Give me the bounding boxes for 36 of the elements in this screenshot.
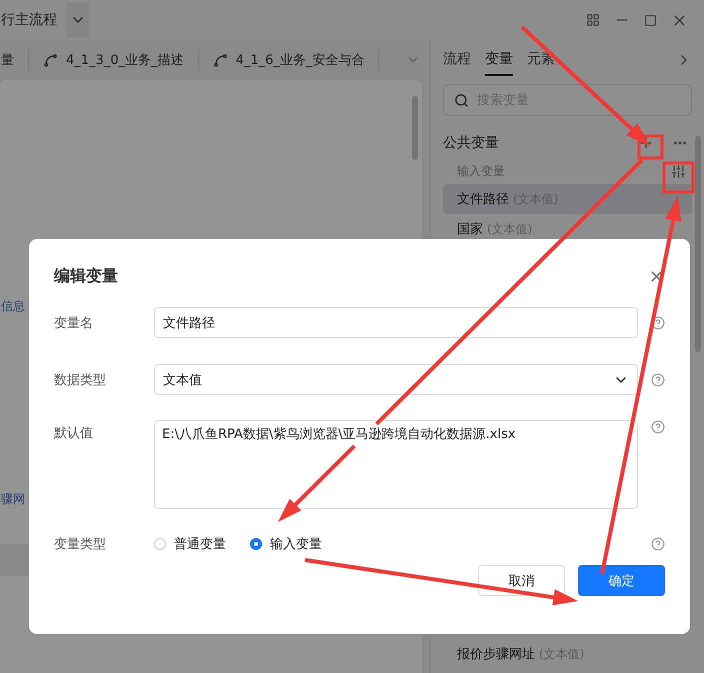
panel-tab[interactable]: 流程: [443, 44, 471, 76]
help-icon[interactable]: [651, 316, 665, 330]
search-icon: [454, 92, 469, 108]
select-field[interactable]: 文本值: [154, 364, 638, 395]
field-label: 变量名: [54, 314, 94, 332]
confirm-button[interactable]: 确定: [578, 565, 665, 596]
field-label: 默认值: [54, 425, 94, 442]
help-icon[interactable]: [651, 420, 665, 434]
flow-tab[interactable]: 4_1_3_0_业务_描述: [29, 49, 199, 71]
input-field[interactable]: 文件路径: [154, 307, 638, 338]
help-icon[interactable]: [651, 372, 665, 386]
help-icon[interactable]: [651, 537, 665, 551]
scrollbar[interactable]: [412, 96, 418, 160]
flow-tab[interactable]: 4_1_6_业务_安全与合: [198, 49, 380, 71]
sliders-icon[interactable]: [671, 164, 686, 178]
section-title: 公共变量: [443, 134, 499, 152]
dialog-title: 编辑变量: [54, 266, 118, 286]
step-text: 骤网: [1, 491, 25, 508]
grid-icon[interactable]: [586, 13, 600, 27]
step-text: 信息: [1, 298, 25, 315]
radio-option[interactable]: 普通变量: [154, 535, 226, 553]
field-label: 数据类型: [54, 372, 107, 388]
radio-option[interactable]: 输入变量: [250, 535, 322, 553]
text-area[interactable]: E:\八爪鱼RPA数据\紫鸟浏览器\亚马逊跨境自动化数据源.xlsx: [154, 420, 638, 509]
dropdown-button[interactable]: [67, 2, 89, 38]
scrollbar[interactable]: [695, 136, 701, 352]
flow-tab[interactable]: 量: [1, 49, 29, 71]
flow-name: 行主流程: [1, 11, 57, 29]
maximize-icon[interactable]: [644, 14, 657, 26]
group-title: 输入变量: [457, 162, 505, 180]
flow-icon: [212, 52, 228, 68]
highlight-frame: [638, 134, 664, 160]
panel-tab[interactable]: 变量: [485, 44, 513, 76]
flow-icon: [43, 52, 58, 68]
highlight-frame: [662, 162, 694, 194]
field-label: 变量类型: [54, 536, 107, 553]
